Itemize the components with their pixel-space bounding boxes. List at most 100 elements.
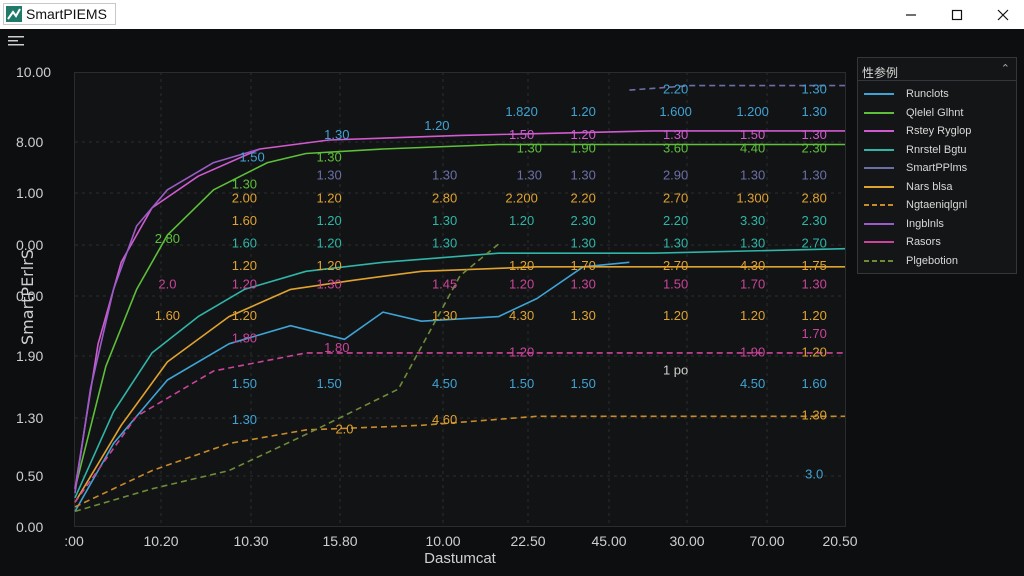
legend-label: Rasors xyxy=(906,236,941,248)
x-tick-label: 10.30 xyxy=(233,533,269,549)
data-label: 1.600 xyxy=(659,104,692,119)
data-label: 1.30 xyxy=(571,236,596,251)
data-label: 1.30 xyxy=(571,308,596,323)
x-tick-label: 22.50 xyxy=(510,533,546,549)
data-label: 1.20 xyxy=(571,104,596,119)
legend-label: Runclots xyxy=(906,88,949,100)
legend-label: Rnrstel Bgtu xyxy=(906,143,967,156)
data-label: 2.200 xyxy=(505,190,538,205)
legend-swatch xyxy=(864,185,894,188)
data-label: 1.30 xyxy=(740,236,765,251)
series-line xyxy=(74,415,845,508)
legend-item[interactable]: Ingblnls xyxy=(864,215,1014,233)
legend-swatch xyxy=(864,130,894,132)
data-label: 1.70 xyxy=(571,258,596,273)
data-label: 2.30 xyxy=(571,213,596,228)
legend-swatch xyxy=(864,111,894,114)
data-label: 1.45 xyxy=(432,276,457,291)
legend-item[interactable]: Nars blsa xyxy=(864,178,1014,196)
data-label: 1.50 xyxy=(239,150,264,165)
data-label: 1.80 xyxy=(324,340,349,355)
legend-item[interactable]: Qlelel Glhnt xyxy=(864,104,1014,122)
x-tick-label: 15.80 xyxy=(322,533,358,549)
data-label: 1.60 xyxy=(232,213,257,228)
data-label: 4.50 xyxy=(740,376,765,391)
data-label: 4.30 xyxy=(509,308,534,323)
x-axis-label: Dastumcat xyxy=(424,550,496,567)
series-line xyxy=(74,130,845,489)
legend-title: 性参例 xyxy=(862,66,899,80)
data-label: 1.30 xyxy=(232,412,257,427)
data-label: 1.30 xyxy=(517,140,542,155)
data-label: 2.20 xyxy=(571,190,596,205)
data-label: 1.30 xyxy=(517,168,542,183)
data-label: 4.60 xyxy=(432,412,457,427)
data-label: 1.50 xyxy=(232,376,257,391)
y-tick-label: 1.00 xyxy=(16,185,44,201)
data-label: 1.30 xyxy=(432,168,457,183)
data-label: 4.40 xyxy=(740,140,765,155)
legend-item[interactable]: SmartPPlms xyxy=(864,159,1014,177)
data-label: 1.820 xyxy=(505,104,538,119)
data-label: 2.0 xyxy=(158,276,176,291)
x-tick-label: 30.00 xyxy=(669,533,705,549)
series-line xyxy=(74,247,846,499)
data-label: 1.20 xyxy=(232,276,257,291)
data-label: 2.30 xyxy=(802,213,827,228)
data-label: 1.30 xyxy=(316,150,341,165)
data-label: 1.30 xyxy=(571,276,596,291)
data-label: 2.0 xyxy=(335,421,353,436)
data-label: 1.20 xyxy=(424,118,449,133)
series-line xyxy=(74,265,845,503)
data-label: 3.0 xyxy=(805,467,823,482)
data-label: 1.50 xyxy=(509,376,534,391)
data-label: 1.90 xyxy=(571,140,596,155)
data-label: 1.20 xyxy=(509,258,534,273)
data-label: 3.30 xyxy=(740,213,765,228)
data-label: 1.50 xyxy=(316,376,341,391)
x-tick-label: :00 xyxy=(64,533,84,549)
data-label: 2.70 xyxy=(663,258,688,273)
legend-item[interactable]: Plgebotion xyxy=(864,252,1014,270)
legend-item[interactable]: Runclots xyxy=(864,85,1014,103)
legend-item[interactable]: Rnrstel Bgtu xyxy=(864,141,1014,159)
data-label: 2.70 xyxy=(802,236,827,251)
data-label: 2.20 xyxy=(663,213,688,228)
data-label: 1.20 xyxy=(316,236,341,251)
legend-swatch xyxy=(864,148,894,151)
collapse-chevron-icon[interactable]: ⌃ xyxy=(1001,62,1010,75)
data-label: 1.30 xyxy=(802,104,827,119)
legend-swatch xyxy=(864,204,894,206)
data-label: 1.60 xyxy=(232,236,257,251)
data-label: 2.00 xyxy=(232,190,257,205)
legend-label: Ingblnls xyxy=(906,217,944,230)
data-label: 1.20 xyxy=(802,344,827,359)
data-label: 3.60 xyxy=(663,140,688,155)
legend-swatch xyxy=(864,241,894,243)
data-label: 4.50 xyxy=(432,376,457,391)
series-line xyxy=(74,352,845,503)
legend-panel: 性参例 ⌃ Runclots Qlelel Glhnt Rstey Ryglop Rn… xyxy=(857,57,1017,274)
data-label: 1.20 xyxy=(509,276,534,291)
data-label: 1.20 xyxy=(316,258,341,273)
data-label: 2.80 xyxy=(432,190,457,205)
legend-item[interactable]: Ngtaeniqlgnl xyxy=(864,196,1014,214)
legend-item[interactable]: Rstey Ryglop xyxy=(864,122,1014,140)
data-label: 1.300 xyxy=(736,190,769,205)
legend-label: Qlelel Glhnt xyxy=(906,106,964,119)
x-tick-label: 10.00 xyxy=(425,533,461,549)
data-label: 1.30 xyxy=(316,276,341,291)
legend-item[interactable]: Rasors xyxy=(864,233,1014,251)
series-line xyxy=(74,143,845,489)
data-label: 1.30 xyxy=(802,276,827,291)
data-label: 1.20 xyxy=(232,258,257,273)
legend-label: Nars blsa xyxy=(906,180,953,193)
data-label: 1.30 xyxy=(432,213,457,228)
y-tick-label: 1.30 xyxy=(16,410,44,426)
y-axis-label: SmartPErlrS xyxy=(18,249,37,345)
data-label: 1 po xyxy=(663,362,688,377)
legend-swatch xyxy=(864,222,894,225)
data-label: 1.30 xyxy=(802,82,827,97)
data-label: 1.60 xyxy=(155,308,180,323)
data-label: 1.80 xyxy=(232,331,257,346)
